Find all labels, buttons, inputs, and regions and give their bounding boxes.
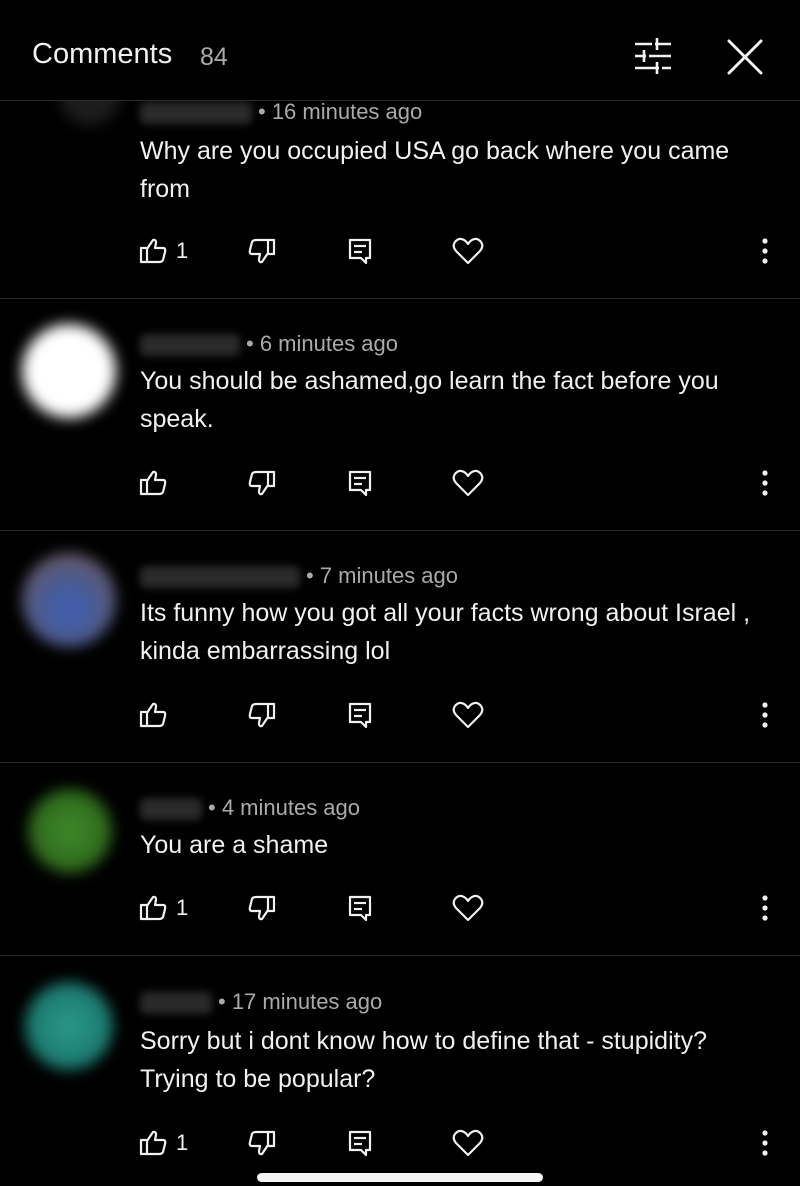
thumbs-down-icon xyxy=(247,700,277,730)
thumbs-up-icon xyxy=(138,1128,168,1158)
avatar[interactable] xyxy=(28,789,112,873)
comment-text: Sorry but i dont know how to define that… xyxy=(140,1027,707,1093)
comment-item: • 4 minutes ago You are a shame 1 xyxy=(0,763,800,956)
comment-actions xyxy=(0,463,800,503)
avatar[interactable] xyxy=(25,982,113,1070)
like-button[interactable]: 1 xyxy=(138,231,188,271)
comment-meta: • 17 minutes ago xyxy=(140,989,382,1015)
comment-meta: • 4 minutes ago xyxy=(140,795,360,821)
page-title: Comments xyxy=(32,38,173,70)
more-vertical-icon xyxy=(759,893,771,923)
thumbs-up-icon xyxy=(138,700,168,730)
more-options-button[interactable] xyxy=(759,695,771,735)
reply-button[interactable] xyxy=(347,1123,373,1163)
more-options-button[interactable] xyxy=(759,231,771,271)
reply-button[interactable] xyxy=(347,695,373,735)
dislike-button[interactable] xyxy=(247,888,277,928)
comment-item: • 6 minutes ago You should be ashamed,go… xyxy=(0,299,800,531)
heart-button[interactable] xyxy=(452,231,484,271)
comment-actions: 1 xyxy=(0,1123,800,1163)
heart-icon xyxy=(452,236,484,266)
heart-icon xyxy=(452,468,484,498)
heart-button[interactable] xyxy=(452,463,484,503)
dislike-button[interactable] xyxy=(247,231,277,271)
comment-count: 84 xyxy=(200,43,228,71)
more-vertical-icon xyxy=(759,236,771,266)
thumbs-up-icon xyxy=(138,468,168,498)
comment-time: • 4 minutes ago xyxy=(208,795,361,820)
more-vertical-icon xyxy=(759,468,771,498)
heart-button[interactable] xyxy=(452,695,484,735)
more-vertical-icon xyxy=(759,1128,771,1158)
reply-button[interactable] xyxy=(347,463,373,503)
comment-text: Its funny how you got all your facts wro… xyxy=(140,599,751,665)
comment-text: You should be ashamed,go learn the fact … xyxy=(140,367,719,433)
comment-meta: • 6 minutes ago xyxy=(140,331,398,357)
comment-item: • 7 minutes ago Its funny how you got al… xyxy=(0,531,800,763)
reply-icon xyxy=(347,237,373,265)
dislike-button[interactable] xyxy=(247,695,277,735)
heart-button[interactable] xyxy=(452,888,484,928)
thumbs-down-icon xyxy=(247,468,277,498)
more-options-button[interactable] xyxy=(759,1123,771,1163)
comment-time: • 17 minutes ago xyxy=(218,989,383,1014)
heart-button[interactable] xyxy=(452,1123,484,1163)
like-count: 1 xyxy=(176,895,189,920)
avatar[interactable] xyxy=(22,324,116,418)
author-name[interactable] xyxy=(140,334,240,357)
home-indicator[interactable] xyxy=(257,1173,543,1182)
author-name[interactable] xyxy=(140,798,202,821)
comment-item: • 17 minutes ago Sorry but i dont know h… xyxy=(0,956,800,1186)
reply-icon xyxy=(347,1129,373,1157)
comment-text: You are a shame xyxy=(140,831,329,859)
comment-actions: 1 xyxy=(0,231,800,271)
comment-time: • 16 minutes ago xyxy=(258,99,423,124)
reply-button[interactable] xyxy=(347,231,373,271)
sliders-icon[interactable] xyxy=(630,36,676,76)
more-vertical-icon xyxy=(759,700,771,730)
thumbs-down-icon xyxy=(247,893,277,923)
comment-time: • 6 minutes ago xyxy=(246,331,399,356)
heart-icon xyxy=(452,700,484,730)
like-button[interactable] xyxy=(138,463,176,503)
dislike-button[interactable] xyxy=(247,1123,277,1163)
like-button[interactable]: 1 xyxy=(138,888,188,928)
like-count: 1 xyxy=(176,1130,189,1155)
comments-panel: • 16 minutes ago Why are you occupied US… xyxy=(0,0,800,1186)
thumbs-down-icon xyxy=(247,1128,277,1158)
more-options-button[interactable] xyxy=(759,888,771,928)
comment-time: • 7 minutes ago xyxy=(306,563,459,588)
heart-icon xyxy=(452,1128,484,1158)
author-name[interactable] xyxy=(140,992,212,1015)
like-count: 1 xyxy=(176,238,189,263)
like-button[interactable]: 1 xyxy=(138,1123,188,1163)
close-icon[interactable] xyxy=(722,34,768,80)
comment-actions: 1 xyxy=(0,888,800,928)
thumbs-up-icon xyxy=(138,236,168,266)
thumbs-down-icon xyxy=(247,236,277,266)
reply-button[interactable] xyxy=(347,888,373,928)
author-name[interactable] xyxy=(140,566,300,589)
like-button[interactable] xyxy=(138,695,176,735)
avatar[interactable] xyxy=(22,553,116,647)
more-options-button[interactable] xyxy=(759,463,771,503)
reply-icon xyxy=(347,701,373,729)
dislike-button[interactable] xyxy=(247,463,277,503)
author-name[interactable] xyxy=(140,102,252,125)
thumbs-up-icon xyxy=(138,893,168,923)
heart-icon xyxy=(452,893,484,923)
comment-meta: • 7 minutes ago xyxy=(140,563,458,589)
comment-actions xyxy=(0,695,800,735)
comment-meta: • 16 minutes ago xyxy=(140,99,422,125)
reply-icon xyxy=(347,469,373,497)
comments-header: Comments 84 xyxy=(0,0,800,101)
reply-icon xyxy=(347,894,373,922)
comment-text: Why are you occupied USA go back where y… xyxy=(140,137,730,203)
